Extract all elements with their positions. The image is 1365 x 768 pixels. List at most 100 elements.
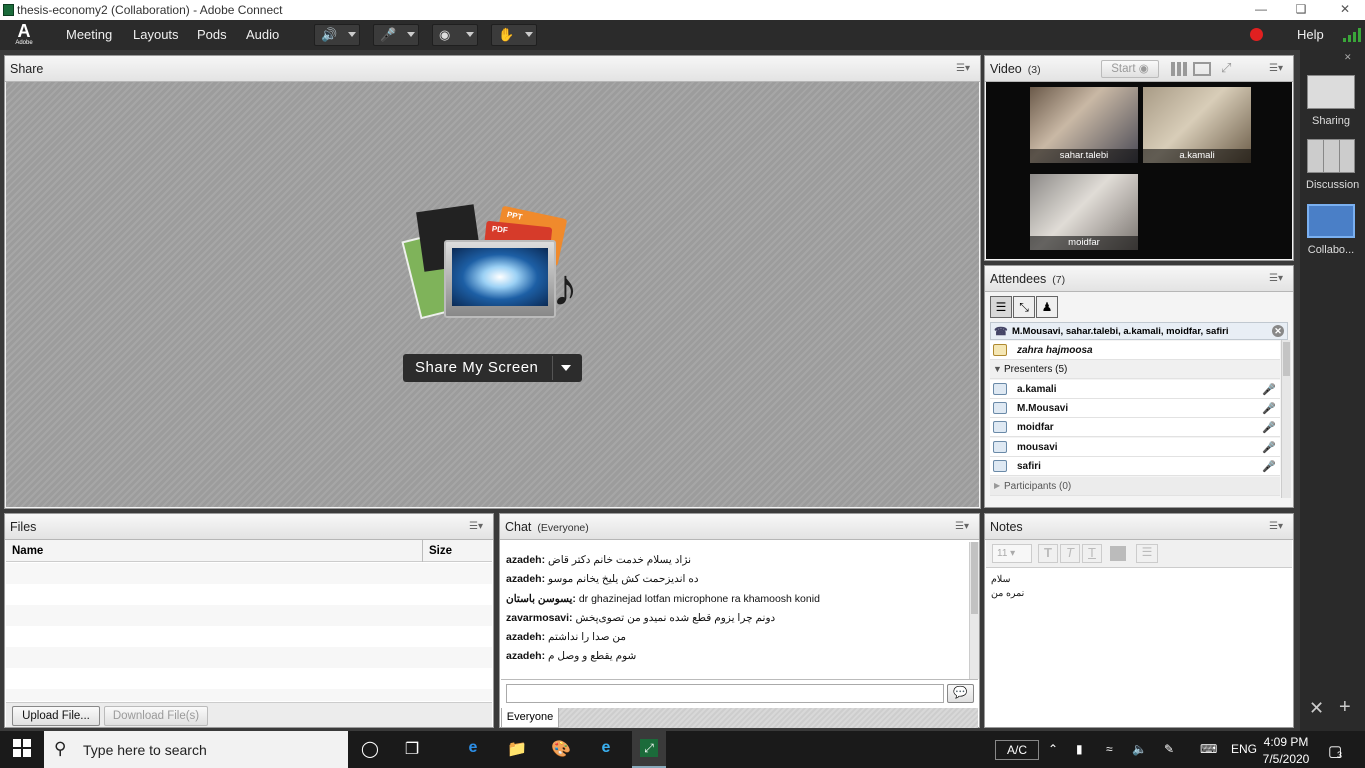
edge-icon[interactable]: e	[461, 739, 485, 761]
status-view-icon[interactable]: ♟	[1036, 296, 1058, 318]
menu-audio[interactable]: Audio	[246, 27, 279, 42]
send-message-button[interactable]: 💬	[947, 684, 974, 703]
presenters-group[interactable]: ▼ Presenters (5)	[990, 360, 1280, 379]
chevron-up-icon[interactable]: ⌃	[1048, 742, 1058, 756]
record-icon[interactable]	[1250, 28, 1263, 41]
notes-line[interactable]: نمره من	[991, 588, 1024, 599]
battery-icon[interactable]: ▮	[1076, 742, 1083, 756]
table-row[interactable]	[6, 647, 492, 668]
chat-scrollbar[interactable]	[969, 542, 979, 679]
bold-icon[interactable]: T	[1038, 544, 1058, 563]
share-pod-header: Share ☰▾	[5, 56, 980, 82]
internet-explorer-icon[interactable]: e	[594, 739, 618, 761]
window-title: thesis-economy2 (Collaboration) - Adobe …	[17, 3, 283, 17]
pod-menu-icon[interactable]: ☰▾	[1269, 63, 1283, 74]
layout-discussion[interactable]: Discussion	[1306, 139, 1359, 191]
paint-icon[interactable]: 🎨	[549, 739, 573, 761]
chevron-down-icon[interactable]	[525, 32, 533, 37]
upload-file-button[interactable]: Upload File...	[12, 706, 100, 726]
delete-layout-icon[interactable]: ✕	[1309, 698, 1324, 719]
taskbar-search-input[interactable]: ⚲ Type here to search	[44, 731, 348, 768]
video-tile[interactable]: moidfar	[1030, 174, 1138, 250]
host-row[interactable]: zahra hajmoosa	[990, 341, 1280, 360]
breakout-view-icon[interactable]: ⤡	[1013, 296, 1035, 318]
menu-bar: A Adobe Meeting Layouts Pods Audio 🔊 🎤 ◉ …	[0, 20, 1365, 50]
col-name[interactable]: Name	[12, 545, 43, 557]
speaker-button[interactable]: 🔊	[314, 24, 360, 46]
filmstrip-view-icon[interactable]	[1193, 62, 1211, 76]
video-tile[interactable]: a.kamali	[1143, 87, 1251, 163]
notification-count: 3	[1337, 750, 1343, 760]
wifi-icon[interactable]: ≈	[1106, 742, 1113, 756]
chat-input[interactable]	[506, 684, 944, 703]
table-row[interactable]	[6, 668, 492, 689]
keyboard-icon[interactable]: ⌨	[1200, 742, 1217, 756]
layout-sharing[interactable]: Sharing	[1306, 75, 1356, 127]
text-color-icon[interactable]	[1110, 546, 1126, 561]
presenter-row[interactable]: M.Mousavi 🎤	[990, 399, 1280, 418]
table-row[interactable]	[6, 563, 492, 584]
bullet-list-icon[interactable]: ☰	[1136, 544, 1158, 563]
menu-help[interactable]: Help	[1297, 27, 1324, 42]
presenter-row[interactable]: a.kamali 🎤	[990, 380, 1280, 399]
presenter-row[interactable]: moidfar 🎤	[990, 418, 1280, 437]
download-files-button[interactable]: Download File(s)	[104, 706, 208, 726]
clock[interactable]: 4:09 PM 7/5/2020	[1260, 735, 1312, 766]
windows-start-icon[interactable]	[10, 739, 34, 761]
layout-collaboration[interactable]: Collabo...	[1306, 204, 1356, 256]
close-icon[interactable]: ✕	[1335, 2, 1355, 16]
share-my-screen-button[interactable]: Share My Screen	[403, 354, 582, 382]
phone-row[interactable]: ☎ M.Mousavi, sahar.talebi, a.kamali, moi…	[990, 322, 1288, 340]
font-size-select[interactable]: 11 ▾	[992, 544, 1032, 563]
panel-close-icon[interactable]: ✕	[1344, 52, 1352, 63]
adobe-connect-taskbar-button[interactable]: ⤢	[632, 731, 666, 768]
table-row[interactable]	[6, 626, 492, 647]
task-view-icon[interactable]: ❐	[400, 739, 424, 761]
chevron-down-icon[interactable]	[407, 32, 415, 37]
menu-pods[interactable]: Pods	[197, 27, 227, 42]
add-layout-icon[interactable]: +	[1339, 696, 1351, 719]
table-row[interactable]	[6, 584, 492, 605]
grid-view-icon[interactable]	[1171, 62, 1189, 76]
start-webcam-button[interactable]: Start ◉	[1101, 60, 1159, 78]
adobe-logo: A Adobe	[15, 21, 33, 46]
pod-menu-icon[interactable]: ☰▾	[955, 521, 969, 532]
volume-icon[interactable]: 🔈	[1132, 742, 1147, 756]
table-row[interactable]	[6, 689, 492, 701]
presenter-row[interactable]: mousavi 🎤	[990, 438, 1280, 457]
col-size[interactable]: Size	[429, 545, 452, 557]
menu-layouts[interactable]: Layouts	[133, 27, 179, 42]
table-row[interactable]	[6, 605, 492, 626]
cortana-icon[interactable]: ◯	[358, 739, 382, 761]
notes-line[interactable]: سلام	[991, 574, 1011, 585]
chevron-down-icon[interactable]	[348, 32, 356, 37]
italic-icon[interactable]: T	[1060, 544, 1080, 563]
participants-group[interactable]: ▶ Participants (0)	[990, 477, 1280, 496]
list-view-icon[interactable]: ☰	[990, 296, 1012, 318]
chevron-down-icon[interactable]	[561, 365, 571, 371]
close-icon[interactable]: ✕	[1272, 325, 1284, 337]
ac-indicator[interactable]: A/C	[995, 740, 1039, 760]
chevron-down-icon[interactable]	[466, 32, 474, 37]
pod-menu-icon[interactable]: ☰▾	[1269, 273, 1283, 284]
file-explorer-icon[interactable]: 📁	[505, 739, 529, 761]
video-tile[interactable]: sahar.talebi	[1030, 87, 1138, 163]
raise-hand-button[interactable]: ✋	[491, 24, 537, 46]
pod-menu-icon[interactable]: ☰▾	[1269, 521, 1283, 532]
pod-menu-icon[interactable]: ☰▾	[956, 63, 970, 74]
layout-thumb-icon	[1307, 75, 1355, 109]
attendees-scrollbar[interactable]	[1281, 340, 1291, 498]
menu-meeting[interactable]: Meeting	[66, 27, 112, 42]
minimize-icon[interactable]: —	[1251, 2, 1271, 16]
webcam-button[interactable]: ◉	[432, 24, 478, 46]
pen-icon[interactable]: ✎	[1164, 742, 1174, 756]
presenter-row[interactable]: safiri 🎤	[990, 457, 1280, 476]
maximize-icon[interactable]: ❑	[1291, 2, 1311, 16]
microphone-button[interactable]: 🎤	[373, 24, 419, 46]
pod-menu-icon[interactable]: ☰▾	[469, 521, 483, 532]
files-table-header: Name Size	[6, 540, 492, 562]
language-indicator[interactable]: ENG	[1231, 742, 1257, 756]
fullscreen-icon[interactable]: ⤢	[1221, 60, 1231, 76]
tab-everyone[interactable]: Everyone	[501, 708, 559, 728]
underline-icon[interactable]: T	[1082, 544, 1102, 563]
